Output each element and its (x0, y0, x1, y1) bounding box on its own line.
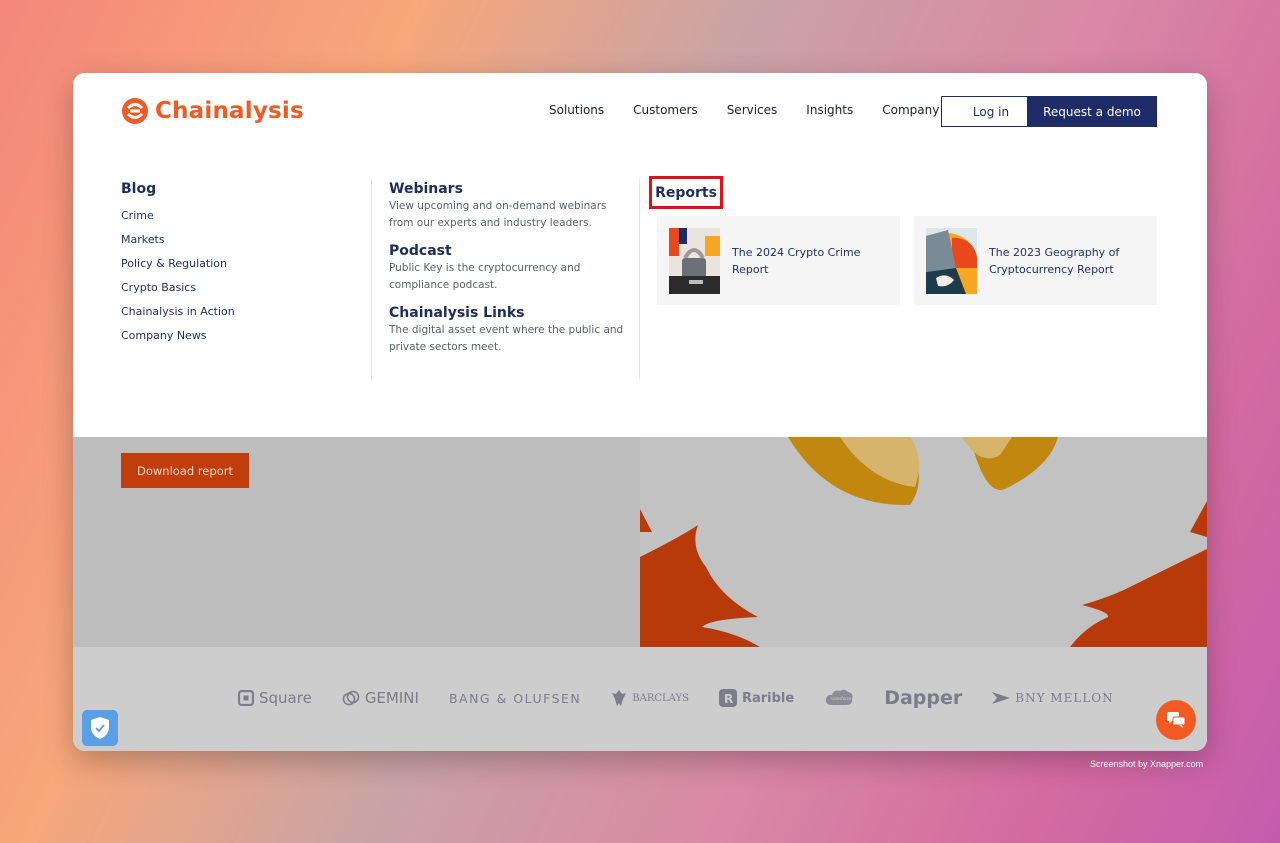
reports-heading[interactable]: Reports (655, 185, 717, 201)
main-nav: Solutions Customers Services Insights Co… (549, 103, 939, 117)
menu-divider (371, 179, 372, 379)
rarible-logo: R Rarible (718, 689, 794, 707)
report-thumbnail-image (926, 227, 977, 294)
shield-check-icon (91, 717, 109, 739)
blog-link-markets[interactable]: Markets (121, 232, 235, 247)
bny-mellon-logo: BNY MELLON (992, 691, 1113, 705)
login-button[interactable]: Log in (941, 96, 1041, 127)
eagle-icon (612, 690, 627, 706)
report-card-2023-geography[interactable]: The 2023 Geography of Cryptocurrency Rep… (914, 216, 1157, 305)
dapper-logo: Dapper (884, 687, 963, 709)
report-card-2024-crypto-crime[interactable]: The 2024 Crypto Crime Report (657, 216, 900, 305)
report-thumbnail-image (669, 227, 720, 294)
webinars-title: Webinars (389, 181, 463, 197)
download-report-button[interactable]: Download report (121, 453, 249, 488)
report-card-title: The 2023 Geography of Cryptocurrency Rep… (989, 245, 1120, 276)
nav-company[interactable]: Company (882, 103, 939, 117)
nav-services[interactable]: Services (727, 103, 778, 117)
screenshot-credit: Screenshot by Xnapper.com (1090, 759, 1204, 769)
site-header: Chainalysis Solutions Customers Services… (73, 73, 1207, 153)
square-logo: Square (238, 689, 312, 707)
chainalysis-links-description: The digital asset event where the public… (389, 324, 624, 353)
blog-link-crime[interactable]: Crime (121, 208, 235, 223)
rarible-icon: R (718, 689, 737, 707)
blog-link-crypto-basics[interactable]: Crypto Basics (121, 280, 235, 295)
svg-text:R: R (724, 692, 733, 706)
customer-logos-band: Square GEMINI BANG & OLUFSEN BARCLAYS R … (73, 647, 1207, 751)
nav-solutions[interactable]: Solutions (549, 103, 604, 117)
salesforce-logo: salesforce (824, 687, 854, 709)
menu-item-chainalysis-links[interactable]: Chainalysis Links The digital asset even… (389, 305, 629, 356)
webinars-description: View upcoming and on-demand webinars fro… (389, 200, 607, 229)
hero-illustration (640, 437, 1207, 647)
bang-olufsen-logo: BANG & OLUFSEN (448, 690, 582, 706)
reports-highlight-box: Reports (649, 176, 723, 209)
resources-column: Webinars View upcoming and on-demand web… (389, 181, 629, 367)
chat-widget-button[interactable] (1156, 700, 1196, 740)
nav-insights[interactable]: Insights (806, 103, 853, 117)
menu-item-webinars[interactable]: Webinars View upcoming and on-demand web… (389, 181, 629, 232)
gemini-logo: GEMINI (342, 689, 419, 707)
customer-logos: Square GEMINI BANG & OLUFSEN BARCLAYS R … (238, 687, 1114, 709)
svg-text:salesforce: salesforce (831, 696, 852, 701)
barclays-logo: BARCLAYS (611, 689, 689, 707)
insights-mega-menu: Blog Crime Markets Policy & Regulation C… (73, 153, 1207, 437)
bny-arrow-icon (992, 692, 1011, 704)
menu-divider (639, 179, 640, 379)
salesforce-cloud-icon: salesforce (826, 689, 853, 705)
blog-heading[interactable]: Blog (121, 181, 235, 197)
gemini-icon (342, 690, 360, 706)
podcast-description: Public Key is the cryptocurrency and com… (389, 262, 581, 291)
chainalysis-logo-icon (122, 98, 148, 124)
blog-link-company-news[interactable]: Company News (121, 328, 235, 343)
request-demo-button[interactable]: Request a demo (1027, 96, 1157, 127)
browser-window: Chainalysis Solutions Customers Services… (73, 73, 1207, 751)
square-icon (238, 690, 254, 706)
nav-customers[interactable]: Customers (633, 103, 698, 117)
blog-link-chainalysis-in-action[interactable]: Chainalysis in Action (121, 304, 235, 319)
brand-logo[interactable]: Chainalysis (121, 97, 304, 125)
blog-link-policy-regulation[interactable]: Policy & Regulation (121, 256, 235, 271)
chat-bubble-icon (1167, 712, 1185, 728)
privacy-shield-button[interactable] (82, 710, 118, 746)
chainalysis-links-title: Chainalysis Links (389, 305, 525, 321)
brand-name: Chainalysis (155, 98, 304, 124)
report-card-title: The 2024 Crypto Crime Report (732, 245, 861, 276)
podcast-title: Podcast (389, 243, 452, 259)
hero-left-panel: Download report (73, 437, 640, 647)
blog-column: Blog Crime Markets Policy & Regulation C… (121, 181, 235, 343)
blog-links: Crime Markets Policy & Regulation Crypto… (121, 208, 235, 343)
menu-item-podcast[interactable]: Podcast Public Key is the cryptocurrency… (389, 243, 629, 294)
